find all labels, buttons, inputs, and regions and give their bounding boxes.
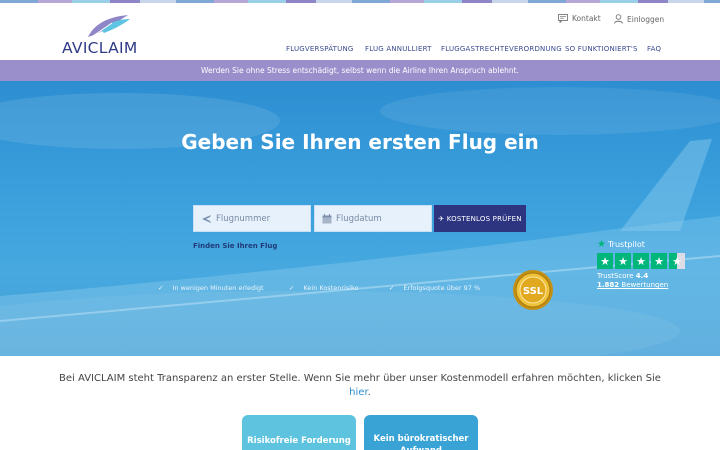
calendar-icon [322,213,332,223]
trustpilot-widget[interactable]: ★ Trustpilot ★ ★ ★ ★ ★ TrustScore 4.4 1.… [597,239,697,289]
feather-logo-icon [88,15,130,39]
aviclaim-logo[interactable]: AVICLAIM [62,11,142,57]
flight-date-field[interactable] [314,205,432,232]
flight-date-input[interactable] [336,213,426,224]
plane-icon [202,215,211,223]
reviews-count: 1.882 [597,281,620,289]
feature-success-rate: ✓ Erfolgsquote über 97 % [389,284,480,292]
flight-number-field[interactable] [193,205,311,232]
nav-so-funktionierts[interactable]: SO FUNKTIONIERT'S [565,45,638,53]
flight-number-input[interactable] [216,213,306,224]
trustpilot-stars: ★ ★ ★ ★ ★ [597,253,697,269]
transparency-body: Bei AVICLAIM steht Transparenz an erster… [59,373,661,384]
feature-fast: ✓ In wenigen Minuten erledigt [158,284,264,292]
contact-link[interactable]: Kontakt [558,14,601,23]
transparency-end: . [367,387,371,398]
nav-faq[interactable]: FAQ [647,45,661,53]
trustscore-value: 4.4 [635,272,649,280]
trustpilot-reviews-link[interactable]: 1.882 Bewertungen [597,281,697,289]
star-icon: ★ [633,253,649,269]
card-label: Risikofreie Forderung [247,436,351,446]
login-label: Einloggen [627,14,665,24]
brand-name: AVICLAIM [62,39,138,57]
star-icon: ★ [615,253,631,269]
feature-label: Kein Kostenrisiko [303,284,359,292]
trustscore-label: TrustScore [597,272,634,280]
check-icon: ✓ [289,284,295,292]
ssl-text: SSL [523,286,544,297]
contact-label: Kontakt [572,14,601,23]
check-free-button[interactable]: ✈ KOSTENLOS PRÜFEN [434,205,526,232]
site-header: AVICLAIM Kontakt Einloggen FLUGVERSPÄTUN… [0,3,720,60]
trustpilot-header: ★ Trustpilot [597,239,697,250]
star-icon: ★ [597,253,613,269]
cost-model-link[interactable]: hier [349,387,367,398]
half-star-icon: ★ [669,253,685,269]
trustscore: TrustScore 4.4 [597,272,697,280]
find-flight-link[interactable]: Finden Sie Ihren Flug [193,242,277,250]
reviews-label: Bewertungen [621,281,669,289]
nav-flugverspaetung[interactable]: FLUGVERSPÄTUNG [286,45,354,53]
feature-no-risk: ✓ Kein Kostenrisiko [289,284,359,292]
ssl-seal-icon: SSL [513,270,553,310]
trustpilot-name: Trustpilot [607,240,645,249]
promo-banner: Werden Sie ohne Stress entschädigt, selb… [0,60,720,81]
star-icon: ★ [651,253,667,269]
chat-icon [558,14,568,23]
card-label: Kein bürokratischer Aufwand [373,434,469,450]
transparency-text: Bei AVICLAIM steht Transparenz an erster… [0,372,720,400]
hero-title: Geben Sie Ihren ersten Flug ein [181,130,539,154]
check-icon: ✓ [389,284,395,292]
nav-fluggastrechteverordnung[interactable]: FLUGGASTRECHTEVERORDNUNG [441,45,562,53]
hero-section: Geben Sie Ihren ersten Flug ein ✈ KOSTEN… [0,81,720,356]
card-risk-free[interactable]: Risikofreie Forderung [242,415,356,450]
feature-label: In wenigen Minuten erledigt [172,284,264,292]
feature-label: Erfolgsquote über 97 % [403,284,481,292]
user-icon [614,14,623,24]
trustpilot-star-icon: ★ [597,239,606,250]
nav-flug-annulliert[interactable]: FLUG ANNULLIERT [365,45,432,53]
card-no-bureaucracy[interactable]: Kein bürokratischer Aufwand [364,415,478,450]
check-icon: ✓ [158,284,164,292]
login-link[interactable]: Einloggen [614,14,664,24]
